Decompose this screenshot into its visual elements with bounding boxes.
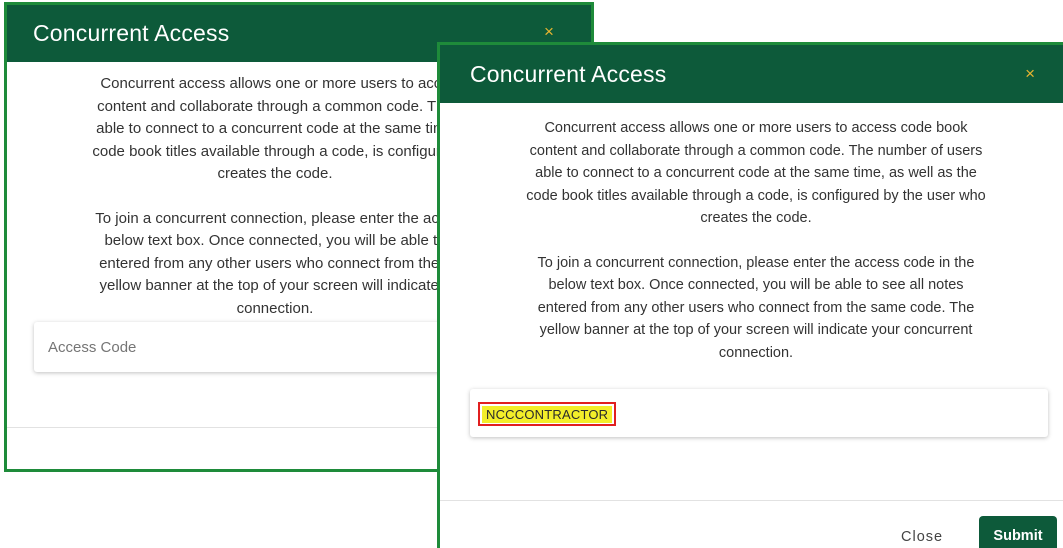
instructions-line: connection. <box>236 299 314 317</box>
intro-line: able to connect to a concurrent code at … <box>535 165 977 181</box>
instructions-line: To join a concurrent connection, please … <box>95 209 455 227</box>
access-code-value: NCCCONTRACTOR <box>482 405 613 423</box>
instructions-paragraph: To join a concurrent connection, please … <box>476 252 1036 365</box>
access-code-placeholder: Access Code <box>48 338 137 356</box>
submit-button[interactable]: Submit <box>979 516 1057 548</box>
intro-line: content and collaborate through a common… <box>529 142 983 159</box>
close-button[interactable]: Close <box>901 529 943 545</box>
close-icon[interactable]: × <box>1025 64 1035 84</box>
dialog-title: Concurrent Access <box>33 20 230 46</box>
intro-line: able to connect to a concurrent code at … <box>96 120 454 137</box>
instructions-line: entered from any other users who connect… <box>99 254 451 272</box>
intro-line: Concurrent access allows one or more use… <box>100 75 450 92</box>
dialog-body: Concurrent access allows one or more use… <box>476 117 1036 364</box>
instructions-line: To join a concurrent connection, please … <box>537 254 975 271</box>
instructions-line: below text box. Once connected, you will… <box>548 277 964 293</box>
instructions-line: yellow banner at the top of your screen … <box>99 277 451 294</box>
footer-divider <box>440 500 1063 501</box>
instructions-line: connection. <box>718 344 794 361</box>
screenshot-stage: Concurrent Access × Concurrent access al… <box>0 0 1063 548</box>
intro-line: code book titles available through a cod… <box>92 142 458 160</box>
intro-line: creates the code. <box>217 165 333 182</box>
close-icon[interactable]: × <box>544 22 554 42</box>
dialog-title: Concurrent Access <box>470 60 667 87</box>
intro-line: creates the code. <box>700 210 812 226</box>
intro-paragraph: Concurrent access allows one or more use… <box>476 117 1036 230</box>
instructions-line: yellow banner at the top of your screen … <box>539 322 973 338</box>
instructions-line: below text box. Once connected, you will… <box>104 232 446 249</box>
intro-line: content and collaborate through a common… <box>97 97 453 115</box>
dialog-header: Concurrent Access × <box>440 45 1063 103</box>
highlight-annotation-box: NCCCONTRACTOR <box>478 402 617 426</box>
concurrent-access-dialog-front: Concurrent Access × Concurrent access al… <box>437 42 1063 548</box>
intro-line: code book titles available through a cod… <box>526 187 986 204</box>
access-code-input[interactable]: Access Code <box>34 322 504 372</box>
access-code-input[interactable]: NCCCONTRACTOR <box>470 389 1048 437</box>
instructions-line: entered from any other users who connect… <box>537 299 975 316</box>
intro-line: Concurrent access allows one or more use… <box>544 120 968 136</box>
